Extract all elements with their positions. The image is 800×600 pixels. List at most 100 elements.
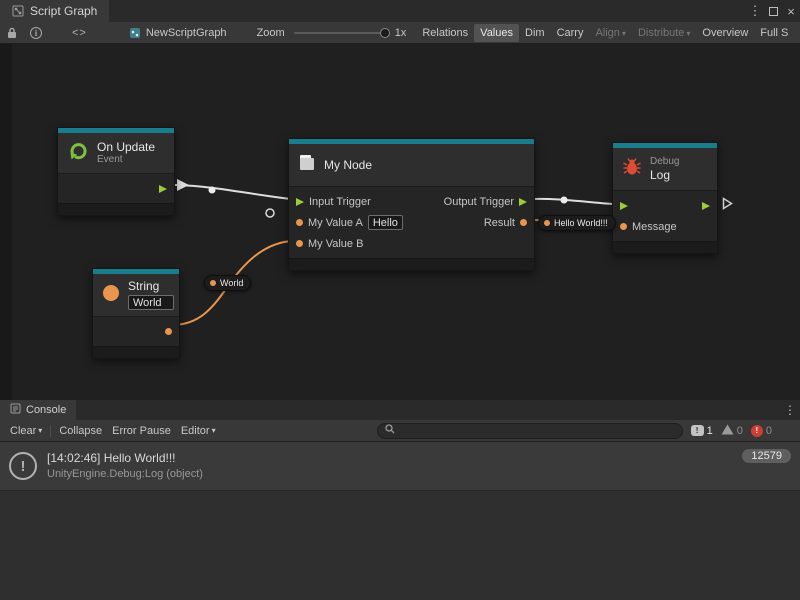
node-footer bbox=[289, 258, 534, 270]
wire-exec-mynode-to-debuglog[interactable] bbox=[533, 199, 613, 204]
wire-flow-dot bbox=[209, 187, 216, 194]
error-pause-button[interactable]: Error Pause bbox=[107, 423, 176, 439]
tab-console[interactable]: Console bbox=[0, 400, 76, 420]
node-my-node[interactable]: My Node Input Trigger Output Trigger My … bbox=[288, 138, 535, 271]
my-node-icon bbox=[298, 154, 316, 176]
string-output-port[interactable] bbox=[165, 328, 172, 335]
error-icon: ! bbox=[751, 425, 763, 437]
collapse-button[interactable]: Collapse bbox=[54, 423, 107, 439]
fullscreen-button[interactable]: Full S bbox=[754, 24, 794, 42]
collapse-count-badge: 12579 bbox=[742, 449, 791, 463]
console-tab-label: Console bbox=[26, 404, 66, 416]
caret-down-icon: ▾ bbox=[686, 29, 690, 38]
node-footer bbox=[93, 346, 179, 358]
graph-name-label: NewScriptGraph bbox=[146, 27, 227, 39]
editor-dropdown[interactable]: Editor▾ bbox=[176, 423, 221, 439]
input-trigger-port[interactable] bbox=[296, 198, 304, 206]
port-label: My Value A bbox=[308, 217, 363, 229]
node-string[interactable]: String World bbox=[92, 268, 180, 359]
debug-output-trigger-port[interactable] bbox=[702, 202, 710, 210]
edit-source-icon[interactable]: <> bbox=[72, 27, 87, 39]
warning-icon bbox=[721, 424, 734, 438]
error-count: 0 bbox=[766, 425, 772, 437]
lock-icon[interactable] bbox=[6, 26, 18, 39]
kebab-menu-icon[interactable]: ⋮ bbox=[780, 400, 800, 420]
port-row: Input Trigger Output Trigger bbox=[289, 191, 534, 212]
tab-script-graph[interactable]: Script Graph bbox=[0, 0, 109, 22]
debug-bug-icon bbox=[622, 157, 642, 181]
port-row: My Value B bbox=[289, 233, 534, 254]
string-value-field[interactable]: World bbox=[128, 295, 174, 310]
distribute-dropdown[interactable]: Distribute▾ bbox=[632, 24, 696, 42]
graph-canvas[interactable]: On Update Event My Node bbox=[0, 44, 800, 400]
wire-flow-dot bbox=[561, 197, 568, 204]
flow-value-text: World bbox=[220, 278, 243, 288]
node-title: On Update bbox=[97, 140, 155, 154]
my-value-a-field[interactable]: Hello bbox=[368, 215, 403, 230]
kebab-menu-icon[interactable]: ⋮ bbox=[746, 3, 764, 19]
node-title: Log bbox=[650, 168, 679, 182]
wire-exec-onupdate-to-mynode[interactable] bbox=[175, 185, 290, 199]
trigger-output-port[interactable] bbox=[159, 185, 167, 193]
my-value-b-port[interactable] bbox=[296, 240, 303, 247]
value-dot-icon bbox=[210, 280, 216, 286]
result-port[interactable] bbox=[520, 219, 527, 226]
maximize-icon[interactable] bbox=[764, 4, 782, 19]
zoom-slider-handle[interactable] bbox=[380, 28, 390, 38]
port-label: Output Trigger bbox=[444, 196, 514, 208]
caret-down-icon: ▾ bbox=[622, 29, 626, 38]
node-subtitle: Event bbox=[97, 154, 155, 166]
script-graph-tab-icon bbox=[12, 5, 24, 17]
flow-value-bubble-result: Hello World!!! bbox=[538, 215, 616, 231]
log-stacktrace: UnityEngine.Debug:Log (object) bbox=[47, 467, 203, 482]
flow-value-bubble-world: World bbox=[204, 275, 251, 291]
window-controls: ⋮ × bbox=[746, 0, 800, 22]
values-button[interactable]: Values bbox=[474, 24, 519, 42]
node-title: String bbox=[128, 279, 174, 293]
log-message: [14:02:46] Hello World!!! bbox=[47, 450, 203, 467]
info-log-icon: ! bbox=[691, 425, 704, 436]
unconnected-port-indicator bbox=[266, 209, 274, 217]
node-footer bbox=[58, 203, 174, 215]
port-label: Result bbox=[484, 217, 515, 229]
search-icon bbox=[385, 424, 395, 437]
warning-count-toggle[interactable]: 0 bbox=[721, 424, 743, 438]
node-footer bbox=[613, 241, 717, 253]
port-label: Input Trigger bbox=[309, 196, 371, 208]
info-count-toggle[interactable]: ! 1 bbox=[691, 425, 713, 437]
message-port[interactable] bbox=[620, 223, 627, 230]
string-literal-icon bbox=[102, 284, 120, 307]
graph-toolbar: i <> NewScriptGraph Zoom 1x Relations Va… bbox=[0, 22, 800, 44]
caret-down-icon: ▾ bbox=[38, 426, 42, 435]
caret-down-icon: ▾ bbox=[212, 426, 216, 435]
unconnected-exec-port-indicator[interactable] bbox=[722, 197, 733, 215]
carry-button[interactable]: Carry bbox=[551, 24, 590, 42]
zoom-slider[interactable] bbox=[294, 32, 389, 34]
clear-button[interactable]: Clear▾ bbox=[5, 423, 47, 439]
node-debug-log[interactable]: Debug Log Message bbox=[612, 142, 718, 254]
toolbar-separator bbox=[50, 425, 51, 437]
port-row bbox=[613, 195, 717, 216]
info-icon[interactable]: i bbox=[30, 27, 42, 39]
dim-button[interactable]: Dim bbox=[519, 24, 551, 42]
log-entry[interactable]: ! [14:02:46] Hello World!!! UnityEngine.… bbox=[0, 442, 800, 491]
align-dropdown[interactable]: Align▾ bbox=[589, 24, 631, 42]
info-count: 1 bbox=[707, 425, 713, 437]
console-search-input[interactable] bbox=[399, 425, 675, 437]
node-on-update[interactable]: On Update Event bbox=[57, 127, 175, 216]
debug-input-trigger-port[interactable] bbox=[620, 202, 628, 210]
output-trigger-port[interactable] bbox=[519, 198, 527, 206]
close-icon[interactable]: × bbox=[782, 4, 800, 19]
on-update-event-icon bbox=[67, 140, 89, 167]
console-toolbar: Clear▾ Collapse Error Pause Editor▾ ! 1 … bbox=[0, 420, 800, 442]
my-value-a-port[interactable] bbox=[296, 219, 303, 226]
port-label: Message bbox=[632, 221, 677, 233]
overview-button[interactable]: Overview bbox=[696, 24, 754, 42]
tab-label: Script Graph bbox=[30, 4, 97, 18]
node-category: Debug bbox=[650, 156, 679, 168]
console-search[interactable] bbox=[377, 423, 683, 439]
unity-window: Script Graph ⋮ × i <> NewScriptGraph Zoo… bbox=[0, 0, 800, 600]
relations-button[interactable]: Relations bbox=[416, 24, 474, 42]
console-panel: Console ⋮ Clear▾ Collapse Error Pause Ed… bbox=[0, 400, 800, 600]
error-count-toggle[interactable]: ! 0 bbox=[751, 425, 772, 437]
